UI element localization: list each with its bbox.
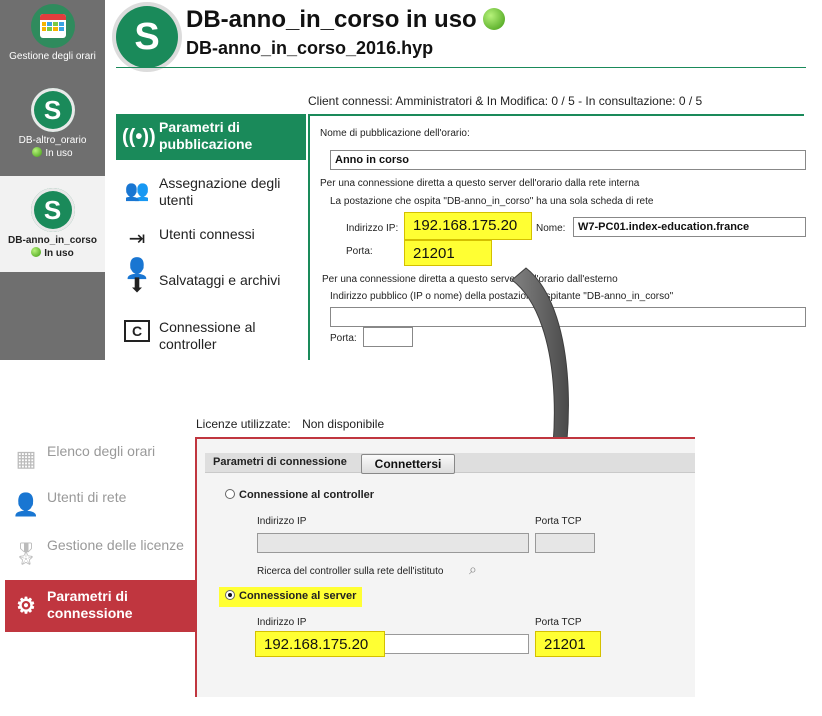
external-port-label: Porta:: [330, 333, 357, 344]
connect-button[interactable]: Connettersi: [361, 454, 455, 474]
menu-item-elenco-orari[interactable]: ▦ Elenco degli orari: [5, 440, 195, 476]
archive-icon: ⬇: [128, 275, 146, 297]
host-name-field[interactable]: W7-PC01.index-education.france: [573, 217, 806, 237]
section-menu: ((•)) Parametri di pubblicazione 👥 Asseg…: [116, 114, 306, 360]
licence-icon: 🎖: [12, 541, 40, 566]
server-ip-label: Indirizzo IP: [257, 617, 307, 628]
menu-item-connessione-controller[interactable]: C Connessione al controller: [116, 316, 306, 356]
menu-item-label: Connessione al controller: [159, 319, 256, 352]
controller-ip-label: Indirizzo IP: [257, 516, 307, 527]
clients-connected-status: Client connessi: Amministratori & In Mod…: [308, 94, 703, 108]
controller-icon: C: [124, 320, 150, 342]
edt-logo-icon: S: [30, 88, 75, 132]
server-port-input[interactable]: 21201: [535, 631, 601, 657]
ip-label: Indirizzo IP:: [346, 223, 399, 234]
edt-logo-icon: S: [30, 188, 75, 232]
menu-item-label: Utenti di rete: [47, 489, 127, 505]
ip-address-field[interactable]: 192.168.175.20: [404, 212, 532, 240]
database-rail: Gestione degli orari S DB-altro_orario I…: [0, 0, 105, 360]
server-option-label: Connessione al server: [239, 590, 357, 602]
menu-item-label: Parametri di pubblicazione: [159, 119, 253, 152]
broadcast-icon: ((•)): [122, 126, 156, 148]
network-user-icon: 👤: [12, 492, 40, 517]
page-subtitle: DB-anno_in_corso_2016.hyp: [186, 38, 434, 58]
controller-port-label: Porta TCP: [535, 516, 582, 527]
page-title: DB-anno_in_corso in uso: [186, 6, 508, 34]
single-card-note: La postazione che ospita "DB-anno_in_cor…: [330, 196, 654, 207]
menu-item-label: Parametri di connessione: [47, 588, 133, 621]
host-name-label: Nome:: [536, 223, 566, 234]
menu-item-label: Utenti connessi: [159, 226, 255, 242]
rail-item-label: Gestione degli orari: [9, 51, 96, 62]
controller-ip-input[interactable]: [257, 533, 529, 553]
menu-item-parametri-connessione[interactable]: ⚙ Parametri di connessione: [5, 580, 195, 632]
search-icon[interactable]: ⌕: [469, 561, 477, 578]
controller-radio[interactable]: [225, 489, 235, 499]
user-connected-icon: ⇥👤: [124, 228, 150, 280]
menu-item-label: Gestione delle licenze: [47, 537, 184, 553]
menu-item-salvataggi-archivi[interactable]: ⬇ Salvataggi e archivi: [116, 269, 306, 305]
menu-item-gestione-licenze[interactable]: 🎖 Gestione delle licenze: [5, 534, 195, 574]
menu-item-label: Elenco degli orari: [47, 443, 156, 459]
server-radio[interactable]: [225, 590, 235, 600]
search-controller-label: Ricerca del controller sulla rete dell'i…: [257, 566, 444, 577]
rail-item-gestione-orari[interactable]: Gestione degli orari: [0, 4, 105, 72]
rail-item-db-altro-orario[interactable]: S DB-altro_orario In uso: [0, 88, 105, 168]
internal-connection-heading: Per una connessione diretta a questo ser…: [320, 178, 640, 189]
menu-item-label: Salvataggi e archivi: [159, 272, 281, 288]
licence-label: Licenze utilizzate:: [196, 417, 291, 431]
menu-item-assegnazione-utenti[interactable]: 👥 Assegnazione degli utenti: [116, 172, 306, 212]
licence-status: Licenze utilizzate: Non disponibile: [196, 417, 384, 431]
controller-port-input[interactable]: [535, 533, 595, 553]
status-dot-icon: [31, 247, 42, 257]
rail-item-label: DB-anno_in_corso: [8, 235, 97, 246]
controller-option[interactable]: Connessione al controller: [225, 489, 374, 501]
server-option[interactable]: Connessione al server: [219, 587, 363, 607]
status-dot-icon: [482, 8, 505, 30]
menu-item-utenti-rete[interactable]: 👤 Utenti di rete: [5, 486, 195, 522]
status-dot-icon: [32, 147, 43, 157]
users-icon: 👥: [124, 180, 150, 202]
header-divider: [116, 67, 806, 68]
section-title: Parametri di connessione: [213, 456, 347, 468]
port-label: Porta:: [346, 246, 373, 257]
rail-item-db-anno-in-corso[interactable]: S DB-anno_in_corso In uso: [0, 176, 105, 272]
edt-logo-icon: S: [116, 6, 178, 68]
controller-option-label: Connessione al controller: [239, 489, 375, 501]
connection-panel: Parametri di connessione Connettersi Con…: [195, 437, 695, 697]
rail-item-status: In uso: [44, 248, 74, 259]
server-port-label: Porta TCP: [535, 617, 582, 628]
calendar-grid-icon: ▦: [15, 446, 37, 471]
server-ip-value: 192.168.175.20: [255, 631, 385, 657]
external-port-input[interactable]: [363, 327, 413, 347]
menu-item-label: Assegnazione degli utenti: [159, 175, 281, 208]
publication-name-input[interactable]: Anno in corso: [330, 150, 806, 170]
menu-item-utenti-connessi[interactable]: ⇥👤 Utenti connessi: [116, 224, 306, 280]
publication-name-label: Nome di pubblicazione dell'orario:: [320, 128, 470, 139]
rail-item-status: In uso: [45, 148, 73, 159]
menu-item-parametri-pubblicazione[interactable]: ((•)) Parametri di pubblicazione: [116, 114, 306, 160]
rail-item-label: DB-altro_orario: [18, 135, 87, 146]
calendar-app-icon: [30, 4, 75, 48]
gear-icon: ⚙: [16, 593, 36, 618]
licence-value: Non disponibile: [302, 417, 385, 431]
